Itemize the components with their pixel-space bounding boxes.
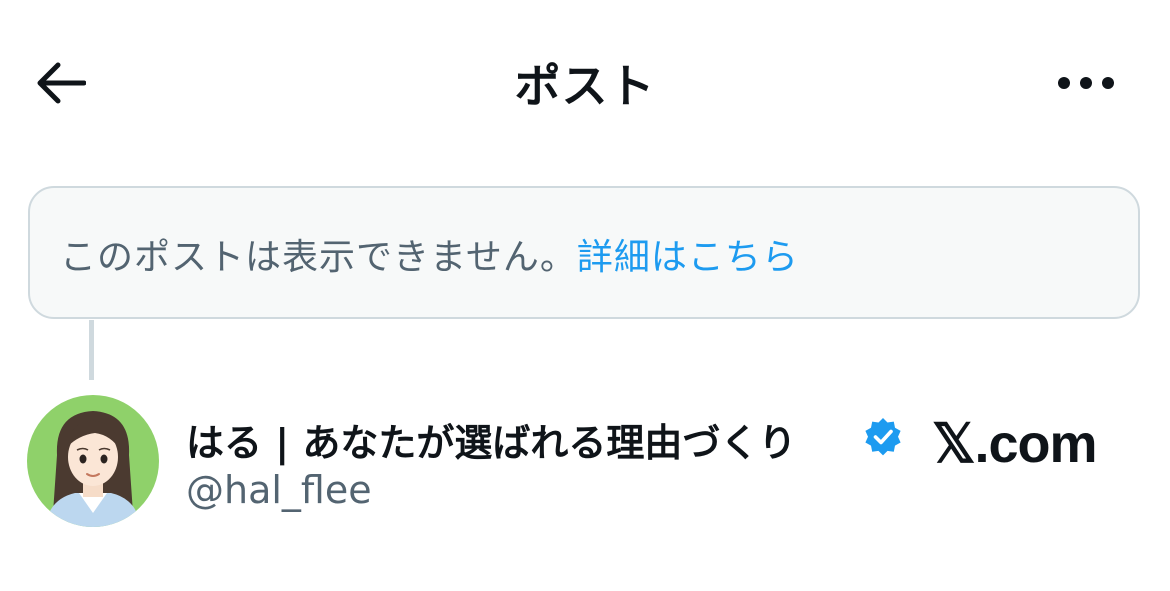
author-display-name[interactable]: はる | あなたが選ばれる理由づくり — [186, 412, 796, 467]
author-handle[interactable]: @hal_flee — [186, 468, 372, 512]
page-title: ポスト — [514, 59, 656, 113]
thread-connector-line — [89, 320, 94, 380]
more-horizontal-icon — [1058, 77, 1114, 89]
learn-more-link[interactable]: 詳細はこちら — [577, 237, 799, 278]
x-com-watermark: 𝕏.com — [932, 414, 1098, 474]
avatar-illustration — [27, 395, 159, 527]
verified-badge-icon — [865, 418, 901, 456]
more-options-button[interactable] — [1050, 55, 1122, 111]
post-unavailable-notice: このポストは表示できません。詳細はこちら — [28, 186, 1140, 319]
notice-text: このポストは表示できません。 — [60, 237, 577, 278]
avatar[interactable] — [27, 395, 159, 527]
notice-message: このポストは表示できません。詳細はこちら — [60, 228, 799, 280]
top-navigation-bar: ポスト — [0, 0, 1170, 170]
